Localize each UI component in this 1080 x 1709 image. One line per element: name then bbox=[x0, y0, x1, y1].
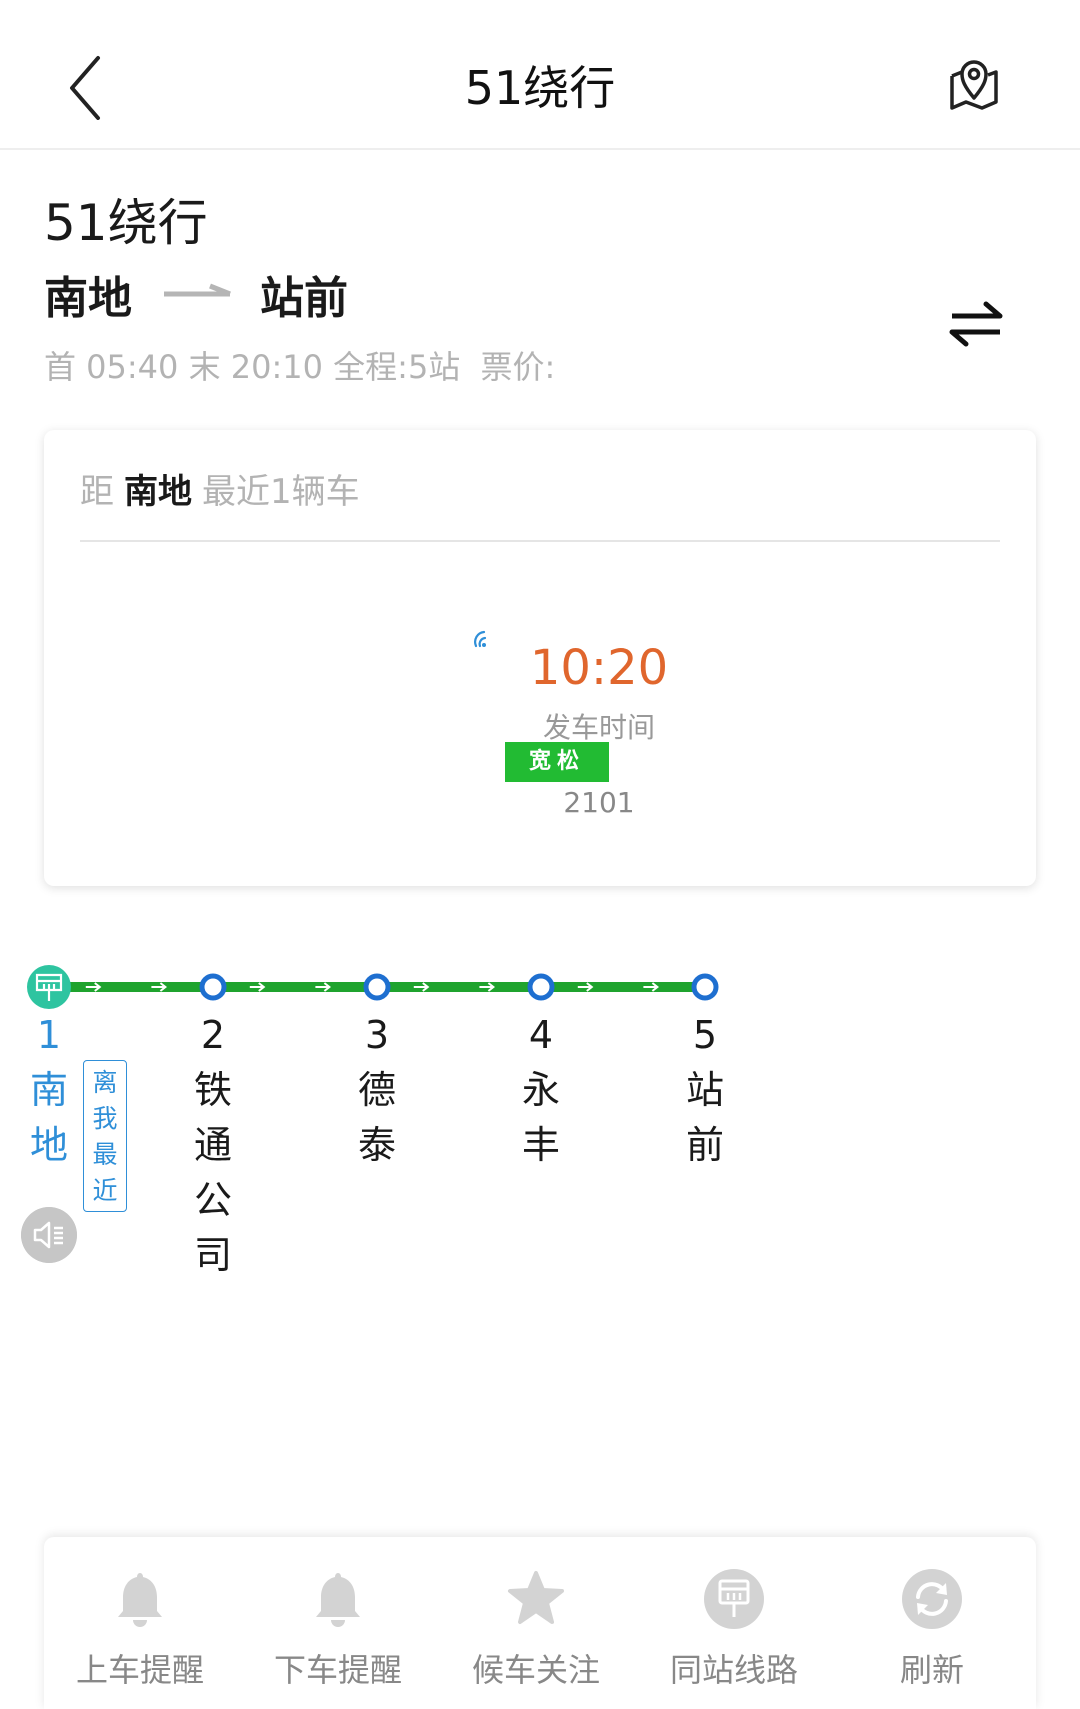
station-label-3[interactable]: 3 德泰 bbox=[347, 1008, 407, 1173]
station-label-2[interactable]: 2 铁通公司 bbox=[183, 1008, 243, 1283]
station-label-4[interactable]: 4 永丰 bbox=[511, 1008, 571, 1173]
alight-reminder-button[interactable]: 下车提醒 bbox=[239, 1567, 437, 1691]
follow-button[interactable]: 候车关注 bbox=[437, 1567, 635, 1691]
station-node[interactable] bbox=[199, 973, 227, 1001]
same-station-lines-button[interactable]: 同站线路 bbox=[635, 1567, 833, 1691]
bell-icon bbox=[316, 1573, 360, 1627]
station-name-char: 司 bbox=[193, 1233, 232, 1277]
refresh-button[interactable]: 刷新 bbox=[833, 1567, 1031, 1691]
direction-arrow-icon bbox=[164, 283, 231, 297]
first-bus-time: 首 05:40 bbox=[44, 348, 179, 386]
last-bus-time: 末 20:10 bbox=[188, 348, 323, 386]
star-icon bbox=[508, 1571, 564, 1624]
station-name-char: 铁 bbox=[193, 1068, 232, 1112]
station-name-char: 站 bbox=[685, 1068, 724, 1112]
near-tag-char: 最 bbox=[92, 1140, 118, 1169]
total-stations: 全程:5站 bbox=[333, 348, 461, 386]
station-name-char: 公 bbox=[193, 1178, 232, 1222]
bottom-action-bar: 上车提醒 下车提醒 候车关注 同站线路 刷新 bbox=[44, 1537, 1036, 1709]
station-name-char: 永 bbox=[521, 1068, 560, 1112]
bus-number: 2101 bbox=[563, 786, 635, 819]
station-index: 4 bbox=[528, 1013, 554, 1057]
route-name: 51绕行 bbox=[44, 194, 208, 252]
near-tag-char: 我 bbox=[92, 1104, 118, 1133]
station-label-1[interactable]: 1 南地 bbox=[19, 1008, 79, 1173]
nearest-bus-suffix: 最近1辆车 bbox=[202, 472, 360, 512]
board-reminder-label: 上车提醒 bbox=[75, 1651, 204, 1689]
station-name-char: 通 bbox=[193, 1123, 232, 1167]
divider bbox=[80, 540, 1000, 542]
selected-station: 南地 bbox=[124, 472, 192, 512]
bell-icon bbox=[118, 1573, 162, 1627]
near-tag-char: 离 bbox=[92, 1068, 118, 1097]
origin-station: 南地 bbox=[44, 273, 132, 324]
departure-time-label: 发车时间 bbox=[542, 711, 655, 744]
nearest-bus-heading: 距南地 最近1辆车 bbox=[80, 464, 360, 513]
station-index: 3 bbox=[364, 1013, 390, 1057]
swap-direction-icon[interactable] bbox=[948, 300, 1004, 350]
station-index: 1 bbox=[36, 1013, 62, 1057]
nearest-to-me-tag: 离我最近 bbox=[83, 1060, 127, 1212]
station-name-char: 地 bbox=[29, 1123, 68, 1167]
top-bar: 51绕行 bbox=[0, 0, 1080, 150]
bus-stop-icon bbox=[704, 1569, 764, 1629]
station-name-char: 南 bbox=[29, 1068, 68, 1112]
refresh-label: 刷新 bbox=[899, 1651, 964, 1689]
page-title: 51绕行 bbox=[464, 61, 616, 115]
refresh-icon bbox=[902, 1569, 962, 1629]
station-index: 2 bbox=[200, 1013, 226, 1057]
station-label-5[interactable]: 5 站前 bbox=[675, 1008, 735, 1173]
station-node[interactable] bbox=[527, 973, 555, 1001]
station-name-char: 德 bbox=[357, 1068, 396, 1112]
station-name-char: 丰 bbox=[521, 1123, 560, 1167]
crowd-level-badge: 宽松 bbox=[505, 742, 609, 782]
speaker-icon[interactable] bbox=[21, 1207, 77, 1263]
alight-reminder-label: 下车提醒 bbox=[273, 1651, 402, 1689]
station-index: 5 bbox=[692, 1013, 718, 1057]
station-name-char: 前 bbox=[685, 1123, 724, 1167]
distance-prefix: 距 bbox=[80, 472, 114, 512]
board-reminder-button[interactable]: 上车提醒 bbox=[41, 1567, 239, 1691]
same-station-lines-label: 同站线路 bbox=[669, 1651, 798, 1689]
follow-label: 候车关注 bbox=[471, 1651, 600, 1689]
map-location-icon[interactable] bbox=[944, 54, 1004, 114]
departure-time: 10:20 bbox=[529, 640, 669, 696]
station-node[interactable] bbox=[691, 973, 719, 1001]
near-tag-char: 近 bbox=[92, 1176, 118, 1205]
arrival-card: 距南地 最近1辆车 10:20 发车时间 宽松 2101 bbox=[44, 430, 1036, 886]
station-name-char: 泰 bbox=[357, 1123, 396, 1167]
route-schedule: 首 05:40 末 20:10 全程:5站 票价: bbox=[44, 342, 555, 388]
destination-station: 站前 bbox=[260, 273, 348, 324]
fare-label: 票价: bbox=[480, 348, 556, 386]
station-node[interactable] bbox=[363, 973, 391, 1001]
